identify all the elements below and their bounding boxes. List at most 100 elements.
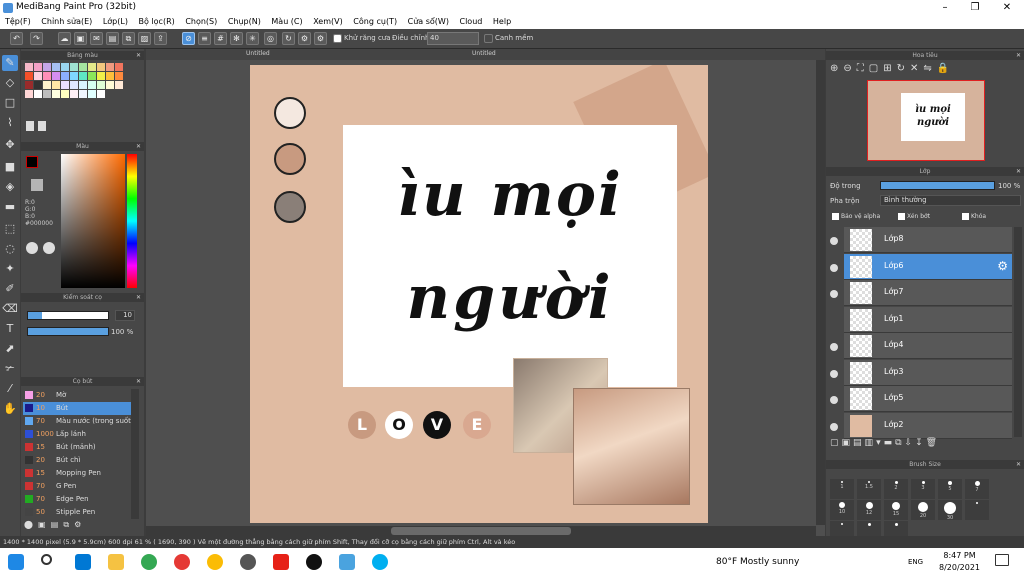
- actual-size-icon[interactable]: ▢: [869, 63, 883, 74]
- layer-item[interactable]: Lớp1: [844, 306, 1012, 333]
- hand-tool-icon[interactable]: ✋: [2, 401, 18, 417]
- close-icon[interactable]: ✕: [136, 51, 141, 60]
- adjust-select[interactable]: 40: [427, 32, 479, 45]
- layer-visibility-icon[interactable]: [830, 290, 838, 298]
- text-tool-icon[interactable]: T: [2, 321, 18, 337]
- cross-snap-icon[interactable]: ✻: [230, 32, 243, 45]
- blur-tool-icon[interactable]: ⌇: [2, 115, 18, 131]
- color-swatch[interactable]: [115, 63, 123, 71]
- weather-label[interactable]: 80°F Mostly sunny: [716, 557, 799, 567]
- color-swatch[interactable]: [97, 72, 105, 80]
- layer-visibility-icon[interactable]: [830, 237, 838, 245]
- menu-help[interactable]: Help: [490, 16, 514, 27]
- gradient-tool-icon[interactable]: ▬: [2, 199, 18, 215]
- close-icon[interactable]: ✕: [136, 293, 141, 302]
- color-swatch[interactable]: [25, 63, 33, 71]
- divide-tool-icon[interactable]: ✃: [2, 361, 18, 377]
- brush-size-cell[interactable]: 30: [938, 500, 962, 521]
- drawing-canvas[interactable]: ìu mọi người L O V E: [250, 65, 708, 523]
- tab-untitled-1[interactable]: Untitled: [246, 50, 270, 57]
- layer-visibility-icon[interactable]: [830, 396, 838, 404]
- tab-untitled-2[interactable]: Untitled: [472, 50, 496, 57]
- select-tool-icon[interactable]: ⬚: [2, 221, 18, 237]
- smooth-checkbox[interactable]: [484, 34, 493, 43]
- brush-item[interactable]: 20 Mờ: [23, 389, 131, 402]
- file-explorer-icon[interactable]: [108, 554, 124, 570]
- protect-alpha-checkbox[interactable]: [832, 213, 839, 220]
- shape-tool-icon[interactable]: ■: [2, 159, 18, 175]
- scroll-thumb[interactable]: [391, 527, 571, 535]
- clipping-checkbox[interactable]: [898, 213, 905, 220]
- snap-config-icon[interactable]: ⚙: [314, 32, 327, 45]
- navigator-preview[interactable]: ìu mọi người: [867, 80, 985, 161]
- brush-item[interactable]: 70 Edge Pen: [23, 493, 131, 506]
- cloud-icon[interactable]: ☁: [58, 32, 71, 45]
- color-swatch[interactable]: [70, 72, 78, 80]
- color-swatch[interactable]: [52, 72, 60, 80]
- add-icon[interactable]: ▣: [38, 520, 46, 529]
- color-swatch[interactable]: [43, 90, 51, 98]
- delete-layer-icon[interactable]: 🗑: [926, 438, 940, 448]
- minimize-button[interactable]: –: [930, 0, 960, 16]
- layer-list-scrollbar[interactable]: [1014, 227, 1022, 437]
- brush-size-slider[interactable]: [27, 311, 109, 320]
- color-swatch[interactable]: [34, 90, 42, 98]
- search-icon[interactable]: [41, 554, 52, 565]
- color-swatch[interactable]: [52, 81, 60, 89]
- brush-item[interactable]: 10 Bút: [23, 402, 131, 415]
- blend-select[interactable]: Bình thường: [880, 195, 1021, 206]
- menu-edit[interactable]: Chỉnh sửa(E): [38, 16, 95, 27]
- brush-size-value[interactable]: 10: [115, 310, 135, 321]
- brush-item[interactable]: 20 Bút chì: [23, 454, 131, 467]
- color-swatch[interactable]: [25, 90, 33, 98]
- windows-start-icon[interactable]: [8, 554, 24, 570]
- new-8bit-icon[interactable]: ▤: [853, 438, 865, 448]
- youtube-icon[interactable]: [273, 554, 289, 570]
- layer-item[interactable]: Lớp8: [844, 227, 1012, 253]
- maximize-button[interactable]: ❐: [960, 0, 990, 16]
- brush-size-cell[interactable]: 2: [884, 479, 908, 499]
- brush-item[interactable]: 50 Stipple Pen: [23, 506, 131, 519]
- close-button[interactable]: ✕: [992, 0, 1022, 16]
- circle-snap-icon[interactable]: ◎: [264, 32, 277, 45]
- color-swatch[interactable]: [43, 72, 51, 80]
- layer-opacity-slider[interactable]: [880, 181, 995, 190]
- language-indicator[interactable]: ENG: [908, 558, 923, 566]
- close-icon[interactable]: ✕: [1016, 51, 1021, 60]
- notification-icon[interactable]: [995, 554, 1009, 566]
- vanish-snap-icon[interactable]: ✳: [246, 32, 259, 45]
- layer-visibility-icon[interactable]: [830, 263, 838, 272]
- operation-tool-icon[interactable]: ⬈: [2, 341, 18, 357]
- undo-icon[interactable]: ↶: [10, 32, 23, 45]
- menu-snap[interactable]: Chụp(N): [225, 16, 264, 27]
- parallel-snap-icon[interactable]: ≡: [198, 32, 211, 45]
- save-icon[interactable]: ▣: [74, 32, 87, 45]
- layer-visibility-icon[interactable]: [830, 369, 838, 378]
- chrome-icon[interactable]: [141, 554, 157, 570]
- color-swatch[interactable]: [52, 63, 60, 71]
- color-swatch[interactable]: [88, 72, 96, 80]
- menu-cloud[interactable]: Cloud: [457, 16, 486, 27]
- layer-visibility-icon[interactable]: [830, 422, 838, 431]
- move-tool-icon[interactable]: ✥: [2, 137, 18, 153]
- horizontal-scrollbar[interactable]: [146, 526, 816, 536]
- menu-select[interactable]: Chọn(S): [182, 16, 220, 27]
- menu-color[interactable]: Màu (C): [268, 16, 305, 27]
- reset-icon[interactable]: ✕: [910, 63, 923, 74]
- settings-snap-icon[interactable]: ⚙: [298, 32, 311, 45]
- color-swatches[interactable]: [25, 63, 127, 107]
- layer-item[interactable]: Lớp3: [844, 359, 1012, 386]
- layer-item[interactable]: Lớp4: [844, 333, 1012, 359]
- image-icon[interactable]: ▨: [138, 32, 151, 45]
- grid-snap-icon[interactable]: #: [214, 32, 227, 45]
- color-swatch[interactable]: [79, 63, 87, 71]
- color-swatch[interactable]: [115, 81, 123, 89]
- copy-icon[interactable]: ⧉: [122, 32, 135, 45]
- color-swatch[interactable]: [106, 72, 114, 80]
- add-brush-icon[interactable]: ⬤: [24, 520, 33, 529]
- close-icon[interactable]: ✕: [136, 377, 141, 386]
- color-swatch[interactable]: [106, 63, 114, 71]
- layer-item[interactable]: Lớp6 ⚙: [844, 253, 1012, 280]
- color-swatch[interactable]: [97, 81, 105, 89]
- new-layer-icon[interactable]: ▢: [830, 438, 842, 448]
